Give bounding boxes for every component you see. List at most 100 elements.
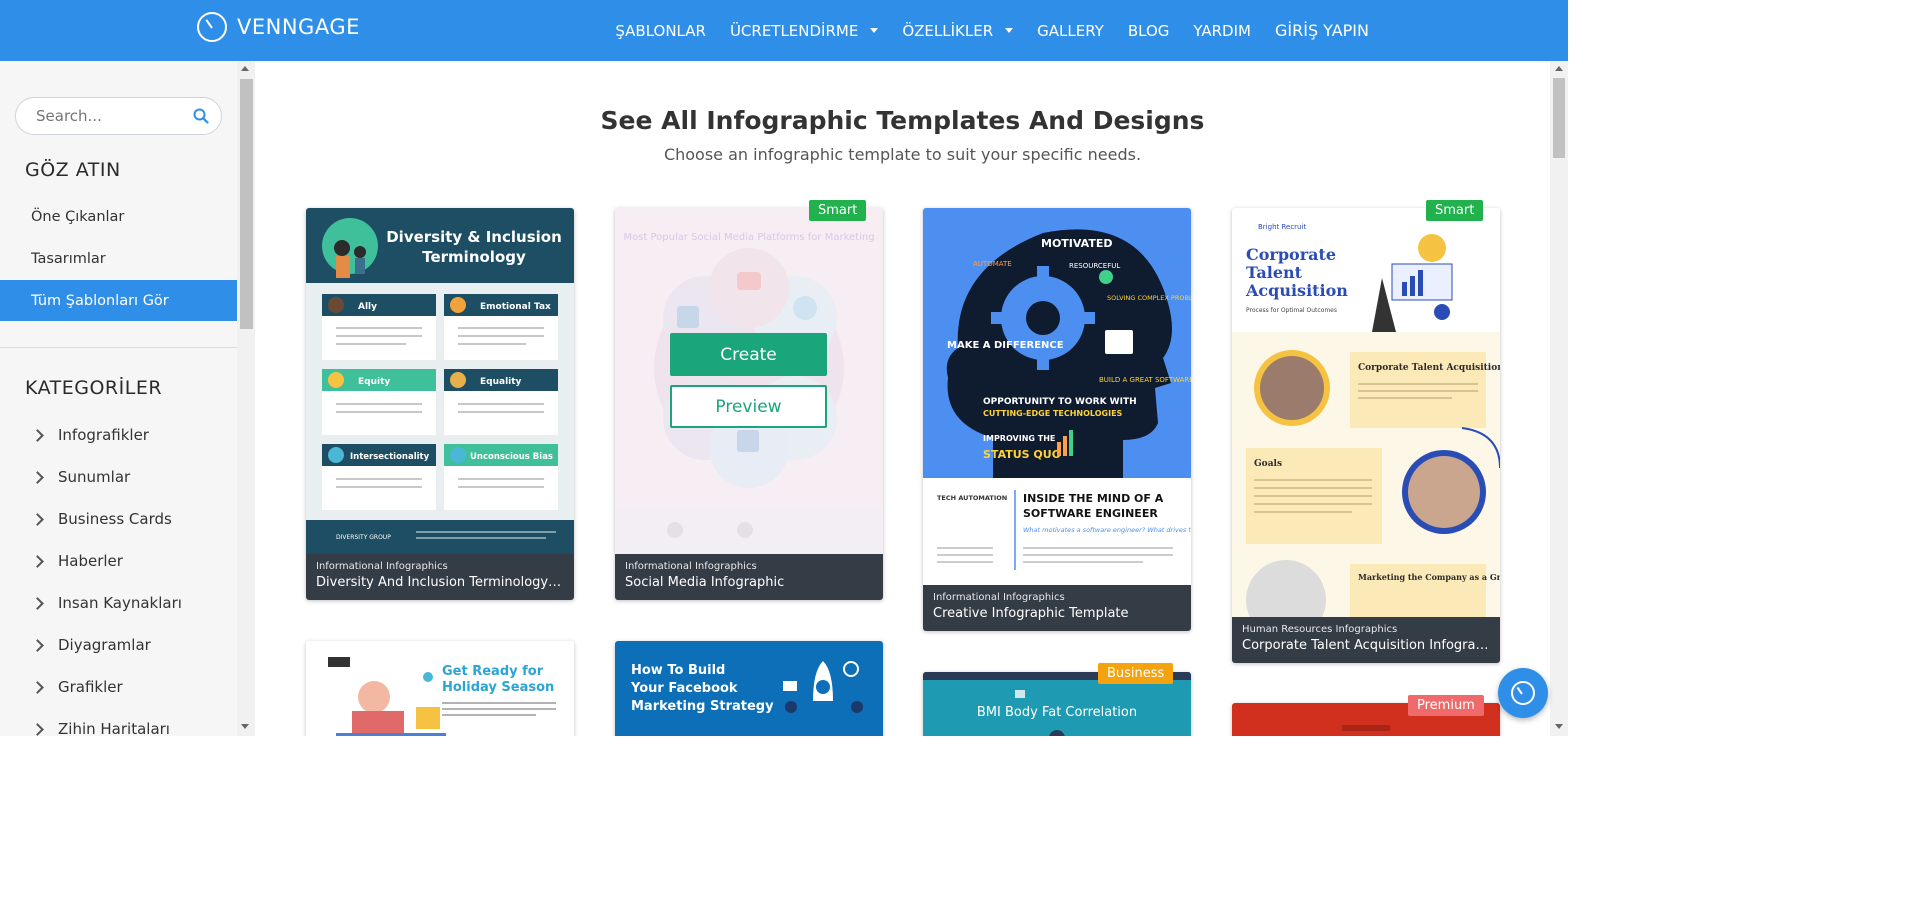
main-content: See All Infographic Templates And Design… xyxy=(255,61,1550,736)
template-card[interactable]: Bright Recruit Corporate Talent Acquisit… xyxy=(1232,208,1500,663)
category-item[interactable]: Zihin Haritaları xyxy=(0,708,237,736)
category-item[interactable]: Sunumlar xyxy=(0,456,237,498)
thumb-term: Emotional Tax xyxy=(480,302,551,312)
nav-pricing[interactable]: ÜCRETLENDİRME xyxy=(730,22,879,40)
chat-widget-button[interactable] xyxy=(1498,668,1548,718)
thumb-title: Most Popular Social Media Platforms for … xyxy=(623,232,874,243)
chevron-right-icon xyxy=(31,470,44,484)
template-category: Informational Infographics xyxy=(933,592,1065,603)
search-box xyxy=(15,97,222,135)
thumb-word: MOTIVATED xyxy=(1041,237,1112,250)
category-item[interactable]: Haberler xyxy=(0,540,237,582)
login-label: GİRİŞ YAPIN xyxy=(1274,21,1369,40)
scroll-up-arrow-icon[interactable] xyxy=(1555,66,1563,71)
category-item[interactable]: Infografikler xyxy=(0,414,237,456)
template-thumbnail: Most Popular Social Media Platforms for … xyxy=(615,208,883,554)
main-nav: ŞABLONLAR ÜCRETLENDİRME ÖZELLİKLER GALLE… xyxy=(615,0,1369,61)
sidebar-divider xyxy=(0,347,237,348)
thumb-title-line: Your Facebook xyxy=(630,681,738,696)
template-thumbnail: Get Ready for Holiday Season xyxy=(306,641,574,736)
thumb-word: IMPROVING THE xyxy=(983,434,1055,443)
thumb-title-line: Get Ready for xyxy=(442,664,544,679)
thumb-title-line: Diversity & Inclusion xyxy=(386,228,562,246)
scroll-down-arrow-icon[interactable] xyxy=(241,724,249,729)
template-thumbnail: Diversity & Inclusion Terminology Ally E… xyxy=(306,208,574,554)
template-thumbnail: Bright Recruit Corporate Talent Acquisit… xyxy=(1232,208,1500,617)
nav-features[interactable]: ÖZELLİKLER xyxy=(902,22,1014,40)
chevron-right-icon xyxy=(31,512,44,526)
template-card[interactable]: How To Build Your Facebook Marketing Str… xyxy=(615,641,883,736)
login-link[interactable]: GİRİŞ YAPIN xyxy=(1275,21,1369,40)
thumb-term: Ally xyxy=(358,302,377,312)
nav-help[interactable]: YARDIM xyxy=(1193,22,1251,40)
thumb-title-line: Terminology xyxy=(422,248,526,266)
top-navbar: VENNGAGE ŞABLONLAR ÜCRETLENDİRME ÖZELLİK… xyxy=(0,0,1568,61)
nav-label: ŞABLONLAR xyxy=(615,21,706,40)
template-card[interactable]: Get Ready for Holiday Season xyxy=(306,641,574,736)
template-card[interactable]: MOTIVATED AUTOMATE RESOURCEFUL SOLVING C… xyxy=(923,208,1191,631)
thumb-title-line: Acquisition xyxy=(1245,281,1348,300)
template-caption: Human Resources Infographics Corporate T… xyxy=(1232,617,1500,663)
thumb-footer: DIVERSITY GROUP xyxy=(336,534,391,541)
sidebar-link-all-templates[interactable]: Tüm Şablonları Gör xyxy=(0,280,237,321)
nav-label: GALLERY xyxy=(1037,21,1104,40)
category-item[interactable]: Insan Kaynakları xyxy=(0,582,237,624)
page-scrollbar-thumb[interactable] xyxy=(1553,78,1565,158)
thumb-word: OPPORTUNITY TO WORK WITH xyxy=(983,397,1137,407)
scroll-up-arrow-icon[interactable] xyxy=(241,66,249,71)
page-scrollbar[interactable] xyxy=(1550,61,1568,736)
thumb-section: Goals xyxy=(1254,459,1282,469)
template-card[interactable]: Most Popular Social Media Platforms for … xyxy=(615,208,883,600)
preview-button[interactable]: Preview xyxy=(670,385,827,428)
template-category: Informational Infographics xyxy=(625,561,757,572)
category-label: Insan Kaynakları xyxy=(58,594,182,612)
search-icon[interactable] xyxy=(193,108,209,124)
venngage-logo-icon xyxy=(197,12,227,42)
chevron-right-icon xyxy=(31,554,44,568)
thumb-term: Equality xyxy=(480,377,522,387)
thumb-brand: TECH AUTOMATION xyxy=(937,494,1007,502)
thumb-word: CUTTING-EDGE TECHNOLOGIES xyxy=(983,409,1123,418)
category-label: Zihin Haritaları xyxy=(58,720,170,736)
sidebar-scrollbar-thumb[interactable] xyxy=(240,79,253,329)
category-item[interactable]: Grafikler xyxy=(0,666,237,708)
category-label: Sunumlar xyxy=(58,468,131,486)
sidebar-link-designs[interactable]: Tasarımlar xyxy=(0,238,237,279)
caret-down-icon xyxy=(870,28,879,33)
template-card[interactable]: Diversity & Inclusion Terminology Ally E… xyxy=(306,208,574,600)
chevron-right-icon xyxy=(31,428,44,442)
category-item[interactable]: Diyagramlar xyxy=(0,624,237,666)
sidebar-link-featured[interactable]: Öne Çıkanlar xyxy=(0,196,237,237)
thumb-word: MAKE A DIFFERENCE xyxy=(947,340,1064,351)
thumb-title-line: How To Build xyxy=(631,663,725,678)
thumb-headline: SOFTWARE ENGINEER xyxy=(1023,507,1158,520)
thumb-word: SOLVING COMPLEX PROBLEMS xyxy=(1107,294,1191,302)
page-title: See All Infographic Templates And Design… xyxy=(600,106,1205,135)
thumb-word: RESOURCEFUL xyxy=(1069,262,1120,270)
smart-badge: Smart xyxy=(1426,200,1484,221)
search-input[interactable] xyxy=(36,107,186,125)
smart-badge: Smart xyxy=(809,200,867,221)
nav-templates[interactable]: ŞABLONLAR xyxy=(615,22,706,40)
category-label: Haberler xyxy=(58,552,123,570)
thumb-title-line: Marketing Strategy xyxy=(631,699,774,714)
thumb-word: STATUS QUO xyxy=(983,448,1061,461)
thumb-term: Intersectionality xyxy=(350,452,430,462)
nav-gallery[interactable]: GALLERY xyxy=(1037,22,1104,40)
thumb-title-line: Holiday Season xyxy=(442,680,554,695)
category-label: Infografikler xyxy=(58,426,149,444)
thumb-term: Unconscious Bias xyxy=(470,452,553,462)
thumb-title: BMI Body Fat Correlation xyxy=(977,705,1137,720)
template-title: Corporate Talent Acquisition Infographic xyxy=(1242,638,1490,653)
template-category: Informational Infographics xyxy=(316,561,448,572)
template-caption: Informational Infographics Social Media … xyxy=(615,554,883,600)
template-caption: Informational Infographics Creative Info… xyxy=(923,585,1191,631)
explore-title: GÖZ ATIN xyxy=(25,159,121,181)
categories-title: KATEGORİLER xyxy=(25,377,163,399)
venngage-logo[interactable]: VENNGAGE xyxy=(197,12,360,42)
scroll-down-arrow-icon[interactable] xyxy=(1555,724,1563,729)
nav-blog[interactable]: BLOG xyxy=(1128,22,1170,40)
category-item[interactable]: Business Cards xyxy=(0,498,237,540)
thumb-subtitle: Process for Optimal Outcomes xyxy=(1246,307,1337,314)
create-button[interactable]: Create xyxy=(670,333,827,376)
